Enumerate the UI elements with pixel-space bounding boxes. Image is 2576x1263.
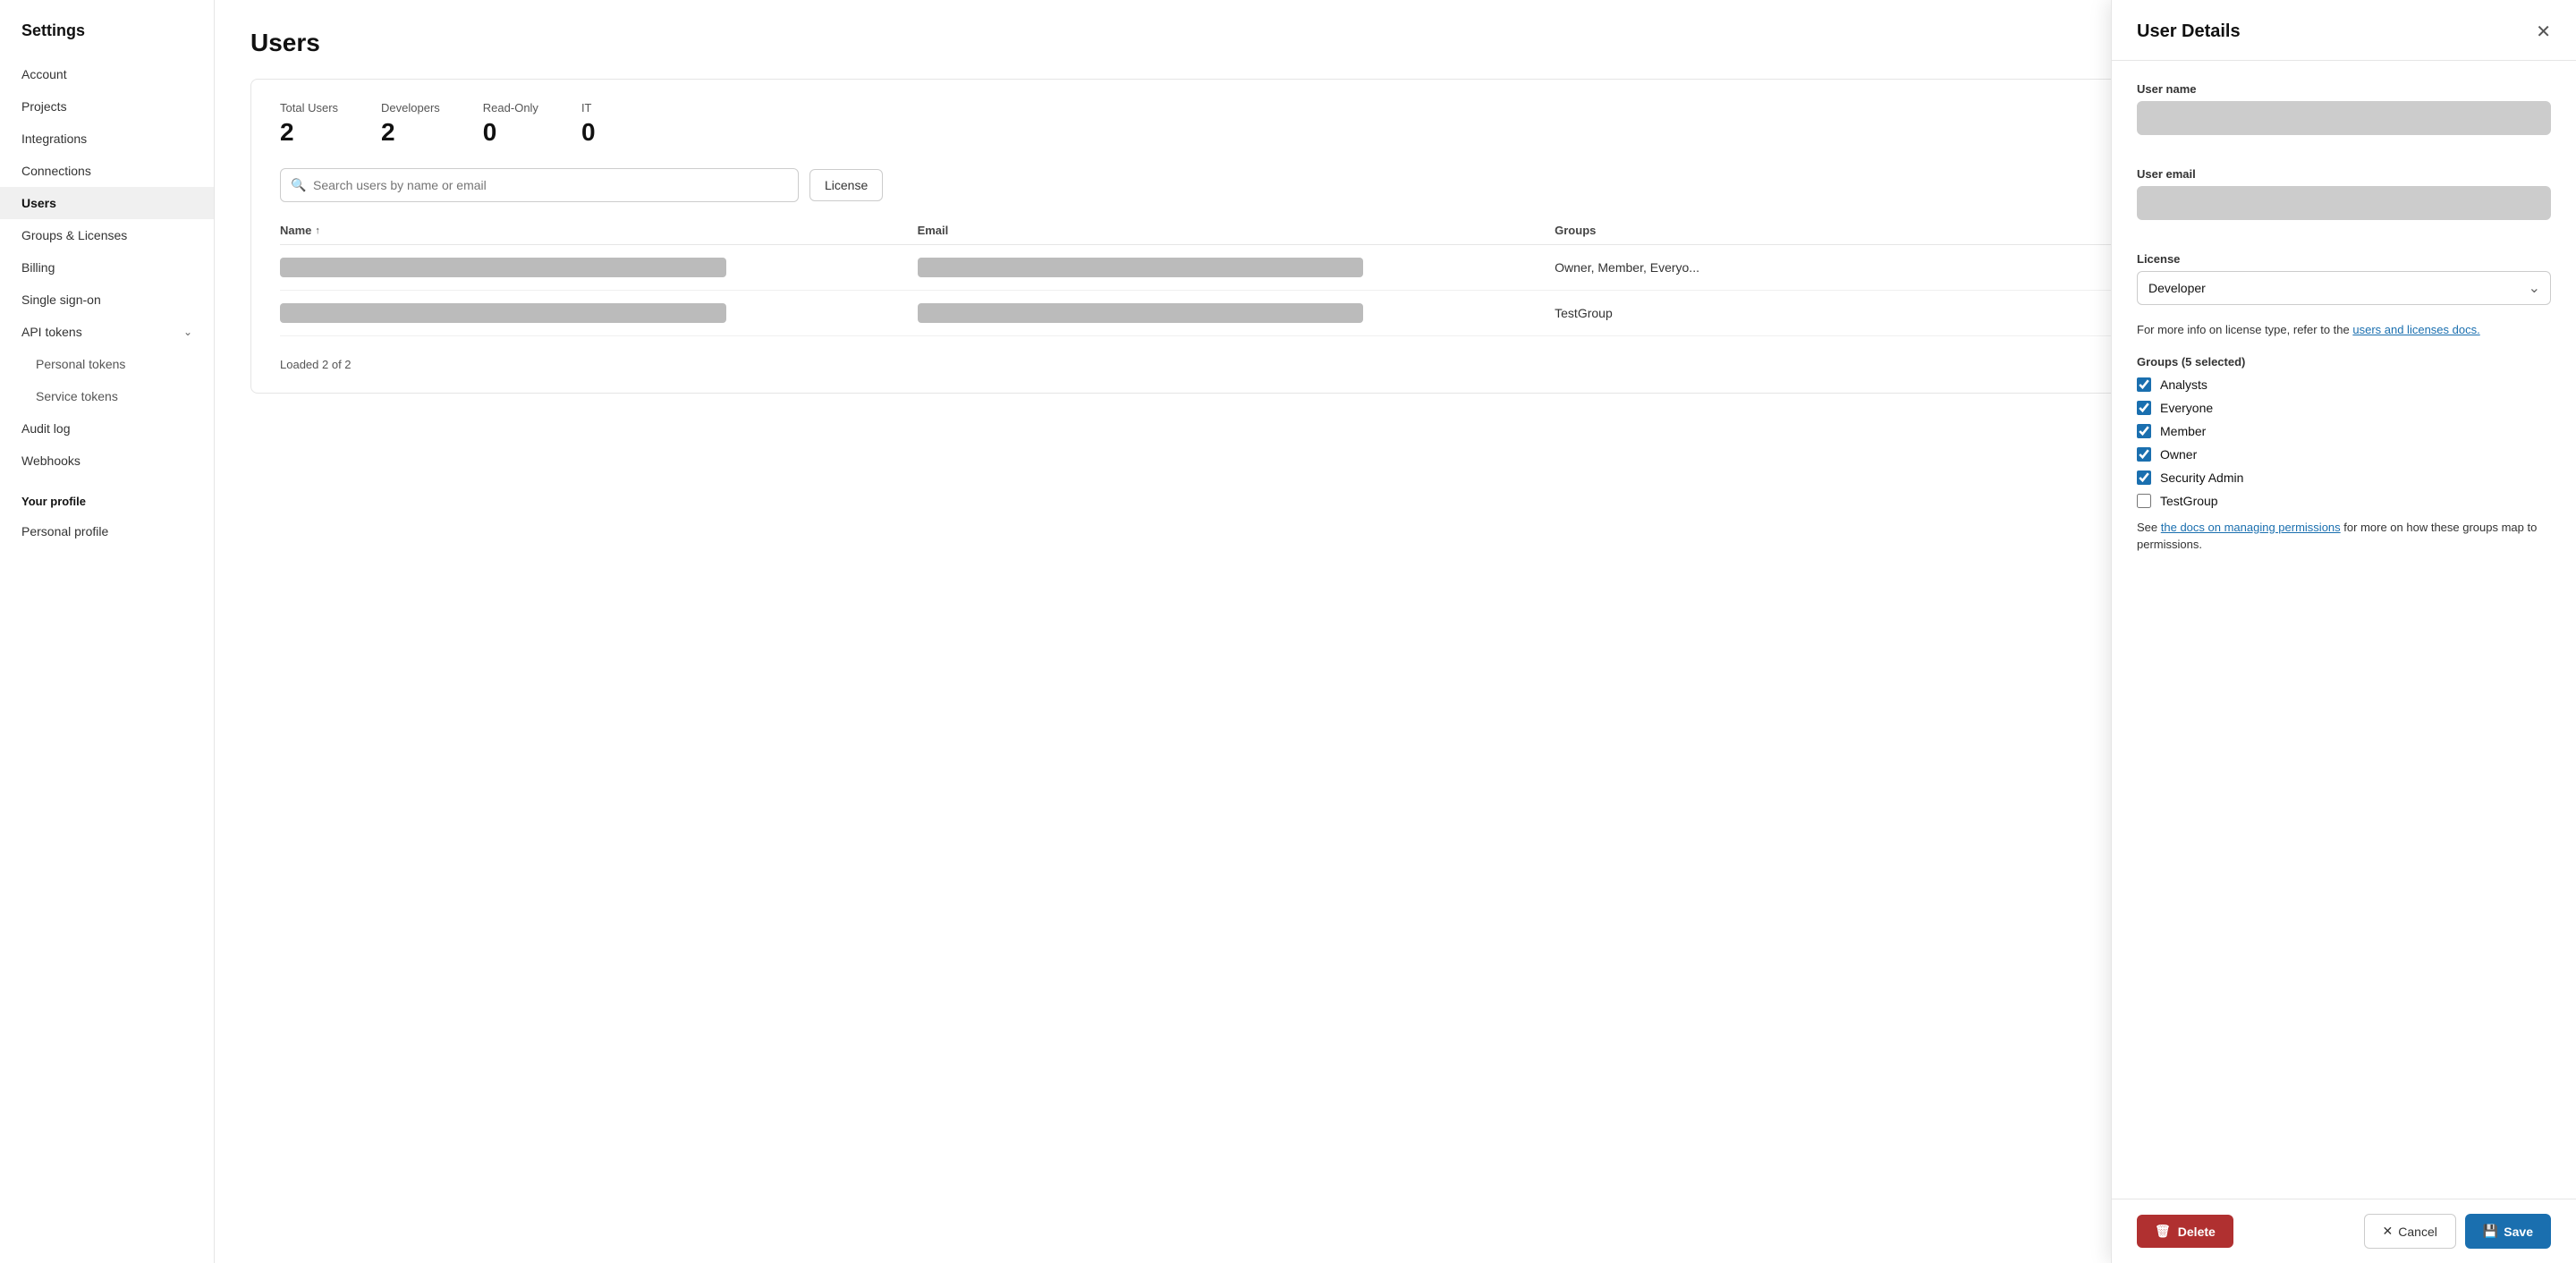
field-user-email: User email	[2137, 167, 2551, 236]
group-owner[interactable]: Owner	[2137, 447, 2551, 462]
group-owner-checkbox[interactable]	[2137, 447, 2151, 462]
groups-list: Analysts Everyone Member Owner Security …	[2137, 377, 2551, 508]
cancel-button[interactable]: ✕ Cancel	[2364, 1214, 2456, 1249]
row-2-email	[918, 303, 1555, 323]
sidebar-item-groups-licenses[interactable]: Groups & Licenses	[0, 219, 214, 251]
groups-label: Groups (5 selected)	[2137, 355, 2551, 369]
permissions-note: See the docs on managing permissions for…	[2137, 519, 2551, 554]
license-select[interactable]: Developer Read-Only IT	[2137, 271, 2551, 305]
stat-read-only: Read-Only 0	[483, 101, 538, 147]
user-email-label: User email	[2137, 167, 2551, 181]
stat-value-developers: 2	[381, 118, 440, 147]
sort-arrow-icon: ↑	[315, 225, 320, 236]
sidebar-item-integrations[interactable]: Integrations	[0, 123, 214, 155]
user-details-panel: User Details ✕ User name User email Lice…	[2111, 0, 2576, 1263]
stat-value-it: 0	[581, 118, 596, 147]
stat-it: IT 0	[581, 101, 596, 147]
sidebar-item-label-sso: Single sign-on	[21, 292, 101, 307]
sidebar-item-label-connections: Connections	[21, 164, 91, 178]
col-name: Name ↑	[280, 224, 918, 237]
group-member[interactable]: Member	[2137, 424, 2551, 438]
group-everyone-checkbox[interactable]	[2137, 401, 2151, 415]
group-testgroup-checkbox[interactable]	[2137, 494, 2151, 508]
group-everyone[interactable]: Everyone	[2137, 401, 2551, 415]
license-filter-button[interactable]: License	[809, 169, 883, 201]
col-groups: Groups	[1555, 224, 2192, 237]
field-user-name: User name	[2137, 82, 2551, 151]
sidebar-item-users[interactable]: Users	[0, 187, 214, 219]
save-button[interactable]: 💾 Save	[2465, 1214, 2551, 1249]
sidebar-item-billing[interactable]: Billing	[0, 251, 214, 284]
panel-footer: 🗑 Delete ✕ Cancel 💾 Save	[2112, 1199, 2576, 1263]
stat-value-read-only: 0	[483, 118, 538, 147]
sidebar-item-label-personal-profile: Personal profile	[21, 524, 108, 538]
sidebar-title: Settings	[0, 21, 214, 58]
group-analysts[interactable]: Analysts	[2137, 377, 2551, 392]
license-docs-link[interactable]: users and licenses docs.	[2352, 323, 2479, 336]
sidebar-item-label-integrations: Integrations	[21, 131, 87, 146]
sidebar-item-audit-log[interactable]: Audit log	[0, 412, 214, 445]
user-name-label: User name	[2137, 82, 2551, 96]
panel-header: User Details ✕	[2112, 0, 2576, 61]
x-icon: ✕	[2383, 1224, 2394, 1239]
search-icon: 🔍	[291, 178, 306, 193]
license-label: License	[2137, 252, 2551, 266]
sidebar-item-projects[interactable]: Projects	[0, 90, 214, 123]
sidebar-item-service-tokens[interactable]: Service tokens	[0, 380, 214, 412]
sidebar-item-label-personal-tokens: Personal tokens	[36, 357, 125, 371]
stat-label-read-only: Read-Only	[483, 101, 538, 114]
user-name-input[interactable]	[2137, 101, 2551, 135]
sidebar-item-label-api-tokens: API tokens	[21, 325, 82, 339]
trash-icon: 🗑	[2155, 1224, 2171, 1239]
row-2-name	[280, 303, 918, 323]
sidebar-item-account[interactable]: Account	[0, 58, 214, 90]
license-select-wrap: Developer Read-Only IT ⌄	[2137, 271, 2551, 305]
stat-developers: Developers 2	[381, 101, 440, 147]
license-info: For more info on license type, refer to …	[2137, 321, 2551, 339]
sidebar-item-personal-profile[interactable]: Personal profile	[0, 515, 214, 547]
sidebar: Settings Account Projects Integrations C…	[0, 0, 215, 1263]
footer-right: ✕ Cancel 💾 Save	[2364, 1214, 2551, 1249]
group-security-admin-checkbox[interactable]	[2137, 470, 2151, 485]
sidebar-item-label-audit-log: Audit log	[21, 421, 70, 436]
sidebar-item-label-groups-licenses: Groups & Licenses	[21, 228, 127, 242]
panel-title: User Details	[2137, 21, 2241, 42]
user-email-input[interactable]	[2137, 186, 2551, 220]
chevron-down-icon: ⌄	[183, 326, 192, 338]
permissions-docs-link[interactable]: the docs on managing permissions	[2161, 521, 2341, 534]
profile-section-label: Your profile	[0, 477, 214, 515]
group-security-admin[interactable]: Security Admin	[2137, 470, 2551, 485]
save-icon: 💾	[2483, 1224, 2498, 1239]
delete-button[interactable]: 🗑 Delete	[2137, 1215, 2233, 1248]
stat-label-developers: Developers	[381, 101, 440, 114]
group-analysts-checkbox[interactable]	[2137, 377, 2151, 392]
row-2-groups: TestGroup	[1555, 306, 2192, 320]
search-input[interactable]	[280, 168, 799, 202]
sidebar-item-label-service-tokens: Service tokens	[36, 389, 118, 403]
sidebar-item-label-webhooks: Webhooks	[21, 453, 80, 468]
stat-value-total: 2	[280, 118, 338, 147]
sidebar-item-webhooks[interactable]: Webhooks	[0, 445, 214, 477]
panel-body: User name User email License Developer R…	[2112, 61, 2576, 1199]
sidebar-item-label-billing: Billing	[21, 260, 55, 275]
sidebar-item-label-projects: Projects	[21, 99, 67, 114]
close-panel-button[interactable]: ✕	[2536, 23, 2551, 41]
field-license: License Developer Read-Only IT ⌄	[2137, 252, 2551, 305]
sidebar-item-single-sign-on[interactable]: Single sign-on	[0, 284, 214, 316]
row-1-email	[918, 258, 1555, 277]
stat-total-users: Total Users 2	[280, 101, 338, 147]
row-1-name	[280, 258, 918, 277]
col-email: Email	[918, 224, 1555, 237]
stat-label-total: Total Users	[280, 101, 338, 114]
group-member-checkbox[interactable]	[2137, 424, 2151, 438]
stat-label-it: IT	[581, 101, 596, 114]
sidebar-item-label-users: Users	[21, 196, 56, 210]
sidebar-item-label-account: Account	[21, 67, 67, 81]
sidebar-item-api-tokens[interactable]: API tokens ⌄	[0, 316, 214, 348]
group-testgroup[interactable]: TestGroup	[2137, 494, 2551, 508]
row-1-groups: Owner, Member, Everyo...	[1555, 260, 2192, 275]
search-input-wrap: 🔍	[280, 168, 799, 202]
sidebar-item-personal-tokens[interactable]: Personal tokens	[0, 348, 214, 380]
sidebar-item-connections[interactable]: Connections	[0, 155, 214, 187]
